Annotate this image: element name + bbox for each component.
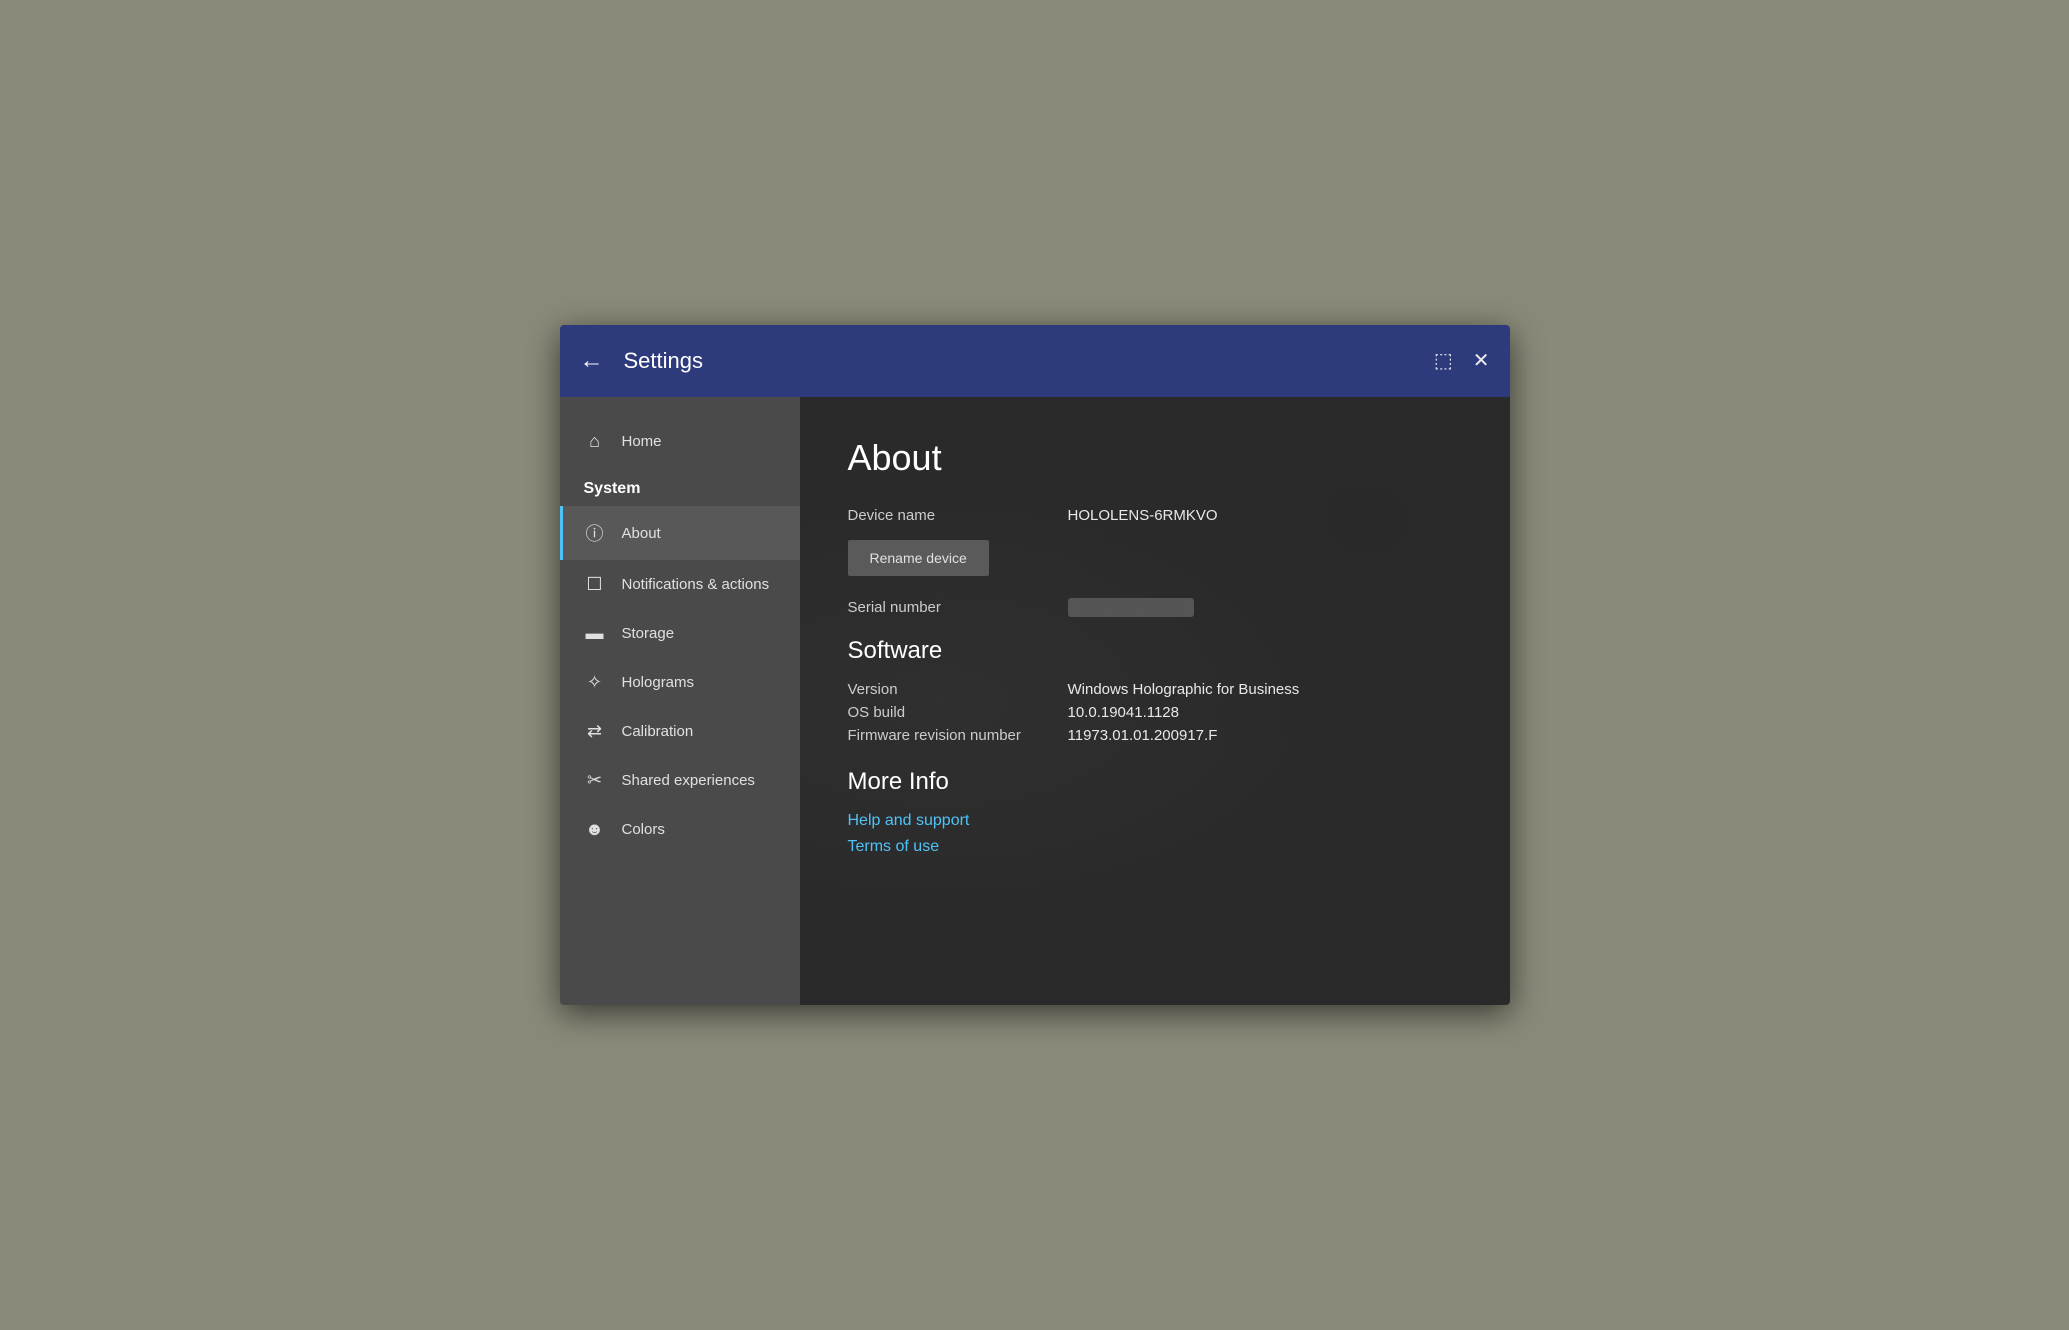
device-name-value: HOLOLENS-6RMKVO xyxy=(1068,507,1218,524)
firmware-label: Firmware revision number xyxy=(848,727,1068,744)
storage-icon: ▬ xyxy=(584,623,606,644)
notifications-icon: ☐ xyxy=(584,574,606,595)
os-build-value: 10.0.19041.1128 xyxy=(1068,704,1180,721)
sidebar-item-calibration[interactable]: ⇄ Calibration xyxy=(560,707,800,756)
serial-number-row: Serial number 004291900654 xyxy=(848,598,1462,617)
info-icon: ⓘ xyxy=(584,520,606,546)
sidebar-calibration-label: Calibration xyxy=(622,723,694,740)
shared-icon: ✂ xyxy=(584,770,606,791)
sidebar-storage-label: Storage xyxy=(622,625,675,642)
content-area: ⌂ Home System ⓘ About ☐ Notifications & … xyxy=(560,397,1510,1005)
titlebar: ← Settings ⬚ ✕ xyxy=(560,325,1510,397)
sidebar-home-label: Home xyxy=(622,433,662,450)
firmware-row: Firmware revision number 11973.01.01.200… xyxy=(848,727,1462,744)
page-title: About xyxy=(848,437,1462,479)
sidebar-notifications-label: Notifications & actions xyxy=(622,576,770,593)
sidebar: ⌂ Home System ⓘ About ☐ Notifications & … xyxy=(560,397,800,1005)
colors-icon: ☻ xyxy=(584,819,606,840)
serial-number-value: 004291900654 xyxy=(1068,598,1195,617)
rename-device-button[interactable]: Rename device xyxy=(848,540,989,576)
home-icon: ⌂ xyxy=(584,431,606,452)
device-name-label: Device name xyxy=(848,507,1068,524)
sidebar-item-holograms[interactable]: ✧ Holograms xyxy=(560,658,800,707)
os-build-row: OS build 10.0.19041.1128 xyxy=(848,704,1462,721)
sidebar-colors-label: Colors xyxy=(622,821,665,838)
sidebar-item-storage[interactable]: ▬ Storage xyxy=(560,609,800,658)
titlebar-left: ← Settings xyxy=(580,348,704,374)
system-label-text: System xyxy=(584,480,641,498)
more-info-title: More Info xyxy=(848,768,1462,796)
version-label: Version xyxy=(848,681,1068,698)
version-row: Version Windows Holographic for Business xyxy=(848,681,1462,698)
sidebar-system-label: System xyxy=(560,466,800,506)
sidebar-shared-label: Shared experiences xyxy=(622,772,755,789)
back-button[interactable]: ← xyxy=(580,349,604,373)
sidebar-item-about[interactable]: ⓘ About xyxy=(560,506,800,560)
sidebar-about-label: About xyxy=(622,525,661,542)
terms-of-use-link[interactable]: Terms of use xyxy=(848,838,1462,856)
holograms-icon: ✧ xyxy=(584,672,606,693)
device-name-row: Device name HOLOLENS-6RMKVO xyxy=(848,507,1462,524)
serial-number-label: Serial number xyxy=(848,599,1068,616)
calibration-icon: ⇄ xyxy=(584,721,606,742)
software-section-title: Software xyxy=(848,637,1462,665)
sidebar-item-home[interactable]: ⌂ Home xyxy=(560,417,800,466)
close-button[interactable]: ✕ xyxy=(1473,351,1490,371)
settings-window: ← Settings ⬚ ✕ ⌂ Home System ⓘ About ☐ xyxy=(560,325,1510,1005)
sidebar-item-notifications[interactable]: ☐ Notifications & actions xyxy=(560,560,800,609)
sidebar-item-shared[interactable]: ✂ Shared experiences xyxy=(560,756,800,805)
help-and-support-link[interactable]: Help and support xyxy=(848,812,1462,830)
sidebar-item-colors[interactable]: ☻ Colors xyxy=(560,805,800,854)
titlebar-controls: ⬚ ✕ xyxy=(1434,351,1490,371)
firmware-value: 11973.01.01.200917.F xyxy=(1068,727,1218,744)
app-title: Settings xyxy=(624,348,704,374)
snap-button[interactable]: ⬚ xyxy=(1434,351,1453,371)
os-build-label: OS build xyxy=(848,704,1068,721)
main-panel: About Device name HOLOLENS-6RMKVO Rename… xyxy=(800,397,1510,1005)
version-value: Windows Holographic for Business xyxy=(1068,681,1300,698)
sidebar-holograms-label: Holograms xyxy=(622,674,695,691)
